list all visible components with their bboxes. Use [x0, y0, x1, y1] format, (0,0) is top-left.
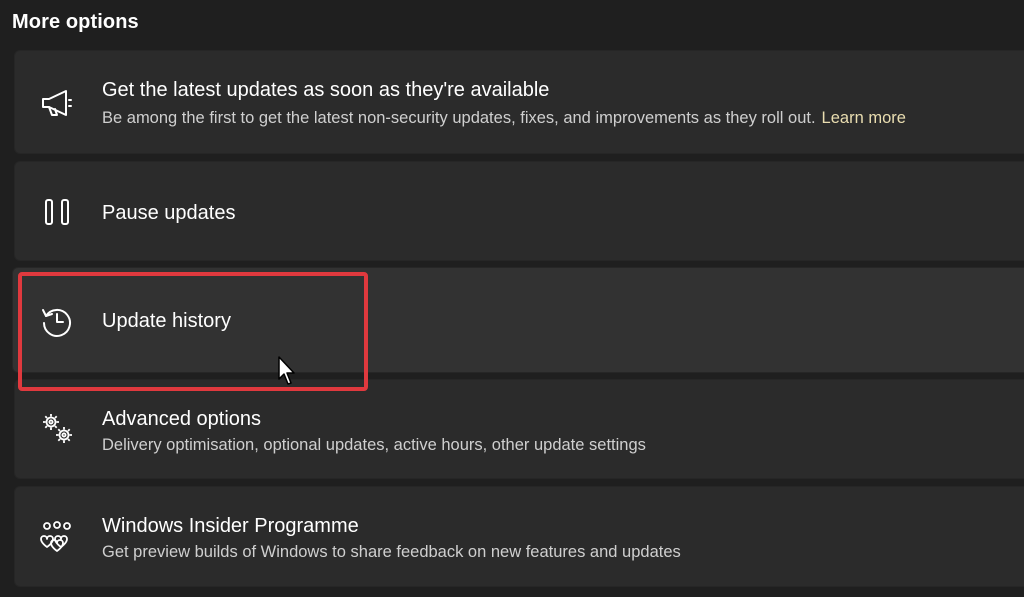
latest-updates-description: Be among the first to get the latest non… — [102, 109, 906, 128]
megaphone-icon — [39, 85, 75, 121]
advanced-options-description: Delivery optimisation, optional updates,… — [102, 436, 646, 454]
latest-updates-description-text: Be among the first to get the latest non… — [102, 109, 816, 127]
pause-updates-card[interactable]: Pause updates — [14, 161, 1024, 261]
pause-updates-title: Pause updates — [102, 202, 236, 224]
update-history-title: Update history — [102, 310, 231, 332]
windows-insider-description: Get preview builds of Windows to share f… — [102, 543, 681, 561]
section-title: More options — [12, 11, 139, 33]
update-history-card[interactable]: Update history — [12, 267, 1024, 373]
settings-page: More options Get the latest updates as s… — [0, 0, 1024, 597]
gears-icon — [39, 410, 75, 446]
mouse-cursor-icon — [278, 356, 298, 386]
windows-insider-card[interactable]: Windows Insider Programme Get preview bu… — [14, 486, 1024, 587]
latest-updates-card[interactable]: Get the latest updates as soon as they'r… — [14, 50, 1024, 154]
insider-hearts-icon — [39, 519, 75, 555]
history-icon — [39, 303, 75, 339]
latest-updates-title: Get the latest updates as soon as they'r… — [102, 79, 550, 101]
windows-insider-title: Windows Insider Programme — [102, 515, 359, 537]
learn-more-link[interactable]: Learn more — [822, 109, 906, 127]
advanced-options-title: Advanced options — [102, 408, 262, 430]
advanced-options-card[interactable]: Advanced options Delivery optimisation, … — [14, 379, 1024, 479]
pause-icon — [39, 194, 75, 230]
